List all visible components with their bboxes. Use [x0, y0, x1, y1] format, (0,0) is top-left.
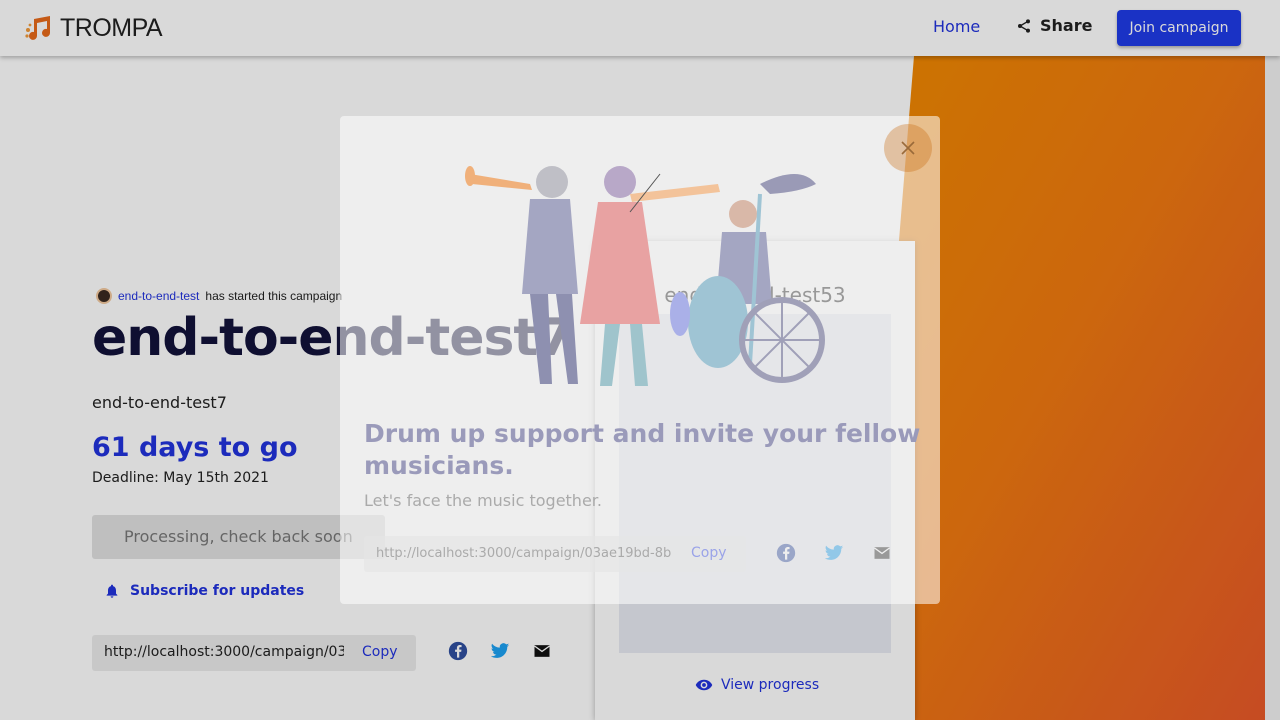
modal-share-url-text[interactable]: http://localhost:3000/campaign/03ae19bd-… — [376, 546, 676, 561]
modal-share-icons — [776, 543, 892, 563]
modal-share-url-field[interactable]: http://localhost:3000/campaign/03ae19bd-… — [364, 536, 746, 572]
close-icon — [901, 141, 915, 155]
close-button[interactable] — [884, 124, 932, 172]
modal-heading: Drum up support and invite your fellow m… — [364, 419, 921, 480]
modal-subheading: Let's face the music together. — [364, 491, 602, 510]
twitter-icon[interactable] — [824, 543, 844, 563]
facebook-icon[interactable] — [776, 543, 796, 563]
musicians-illustration — [465, 166, 825, 386]
email-icon[interactable] — [872, 543, 892, 563]
invite-modal: Drum up support and invite your fellow m… — [340, 116, 940, 604]
modal-copy-button[interactable]: Copy — [691, 545, 727, 561]
